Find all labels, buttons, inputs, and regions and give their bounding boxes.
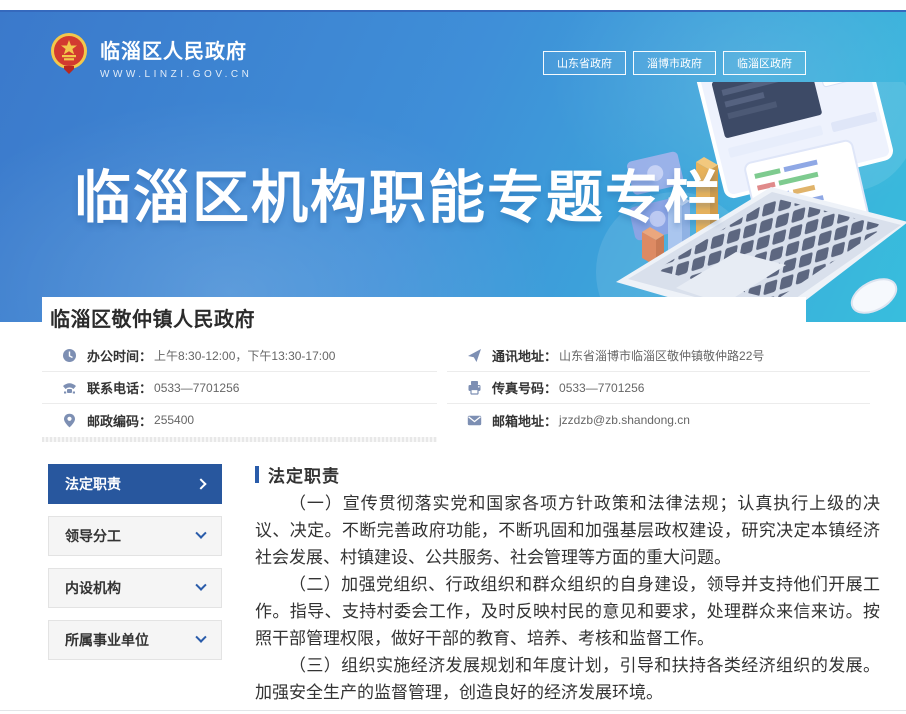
phone-icon [62, 380, 77, 395]
chevron-down-icon [195, 632, 206, 643]
site-title-stack: 临淄区人民政府 WWW.LINZI.GOV.CN [100, 35, 252, 80]
info-row-postcode: 邮政编码： 255400 [42, 404, 437, 436]
nav-link-zibo-gov[interactable]: 淄博市政府 [633, 51, 716, 75]
site-title: 临淄区人民政府 [100, 35, 252, 64]
banner-title: 临淄区机构职能专题专栏 [74, 152, 723, 234]
info-label: 邮政编码： [87, 411, 152, 430]
chevron-right-icon [195, 478, 206, 489]
sidebar-item-internal-organs[interactable]: 内设机构 [48, 568, 222, 608]
dashed-divider [42, 437, 437, 442]
hero-banner: 临淄区人民政府 WWW.LINZI.GOV.CN 山东省政府 淄博市政府 临淄区… [0, 10, 906, 322]
clock-icon [62, 348, 77, 363]
sidebar-item-label: 所属事业单位 [65, 630, 149, 650]
info-value: 山东省淄博市临淄区敬仲镇敬仲路22号 [559, 347, 764, 364]
info-right-column: 通讯地址： 山东省淄博市临淄区敬仲镇敬仲路22号 传真号码： 0533—7701… [447, 340, 870, 436]
info-row-fax: 传真号码： 0533—7701256 [447, 372, 870, 404]
nav-link-linzi-gov[interactable]: 临淄区政府 [723, 51, 806, 75]
paragraph-1: （一）宣传贯彻落实党和国家各项方针政策和法律法规；认真执行上级的决议、决定。不断… [255, 491, 880, 572]
national-emblem-logo [50, 32, 100, 83]
info-row-phone: 联系电话： 0533—7701256 [42, 372, 437, 404]
mail-icon [467, 413, 482, 428]
sidebar-item-label: 法定职责 [65, 474, 121, 494]
org-title-bar: 临淄区敬仲镇人民政府 [42, 297, 806, 337]
site-url: WWW.LINZI.GOV.CN [100, 69, 252, 80]
info-value: 255400 [154, 413, 194, 427]
info-value: 0533—7701256 [559, 381, 644, 395]
site-header: 临淄区人民政府 WWW.LINZI.GOV.CN [50, 32, 252, 83]
chevron-down-icon [195, 528, 206, 539]
info-row-email: 邮箱地址： jzzdzb@zb.shandong.cn [447, 404, 870, 436]
content-area: 法定职责 （一）宣传贯彻落实党和国家各项方针政策和法律法规；认真执行上级的决议、… [255, 464, 880, 707]
content-heading: 法定职责 [255, 464, 880, 484]
paragraph-2: （二）加强党组织、行政组织和群众组织的自身建设，领导并支持他们开展工作。指导、支… [255, 572, 880, 653]
sidebar-item-leadership-division[interactable]: 领导分工 [48, 516, 222, 556]
footer-divider [0, 710, 906, 711]
send-icon [467, 348, 482, 363]
paragraph-3: （三）组织实施经济发展规划和年度计划，引导和扶持各类经济组织的发展。加强安全生产… [255, 653, 880, 707]
info-left-column: 办公时间： 上午8:30-12:00，下午13:30-17:00 联系电话： 0… [42, 340, 437, 436]
info-label: 通讯地址： [492, 346, 557, 365]
contact-info-section: 办公时间： 上午8:30-12:00，下午13:30-17:00 联系电话： 0… [42, 340, 870, 436]
sidebar-item-label: 领导分工 [65, 526, 121, 546]
info-label: 办公时间： [87, 346, 152, 365]
info-value: 0533—7701256 [154, 381, 239, 395]
heading-accent-bar [255, 466, 259, 483]
content-title: 法定职责 [268, 462, 340, 487]
info-value: 上午8:30-12:00，下午13:30-17:00 [154, 347, 335, 364]
sidebar-item-affiliated-institutions[interactable]: 所属事业单位 [48, 620, 222, 660]
info-label: 传真号码： [492, 378, 557, 397]
main-section: 法定职责 领导分工 内设机构 所属事业单位 法定职责 （一）宣传贯彻落实党和国家… [48, 464, 880, 707]
info-row-office-hours: 办公时间： 上午8:30-12:00，下午13:30-17:00 [42, 340, 437, 372]
info-label: 联系电话： [87, 378, 152, 397]
sidebar-item-label: 内设机构 [65, 578, 121, 598]
sidebar-menu: 法定职责 领导分工 内设机构 所属事业单位 [48, 464, 222, 707]
chevron-down-icon [195, 580, 206, 591]
nav-link-shandong-gov[interactable]: 山东省政府 [543, 51, 626, 75]
info-value: jzzdzb@zb.shandong.cn [559, 413, 690, 427]
info-row-address: 通讯地址： 山东省淄博市临淄区敬仲镇敬仲路22号 [447, 340, 870, 372]
sidebar-item-legal-duties[interactable]: 法定职责 [48, 464, 222, 504]
org-name: 临淄区敬仲镇人民政府 [50, 303, 255, 332]
gov-links-nav: 山东省政府 淄博市政府 临淄区政府 [536, 51, 806, 75]
location-icon [62, 413, 77, 428]
fax-icon [467, 380, 482, 395]
info-label: 邮箱地址： [492, 411, 557, 430]
legal-duties-text: （一）宣传贯彻落实党和国家各项方针政策和法律法规；认真执行上级的决议、决定。不断… [255, 491, 880, 707]
